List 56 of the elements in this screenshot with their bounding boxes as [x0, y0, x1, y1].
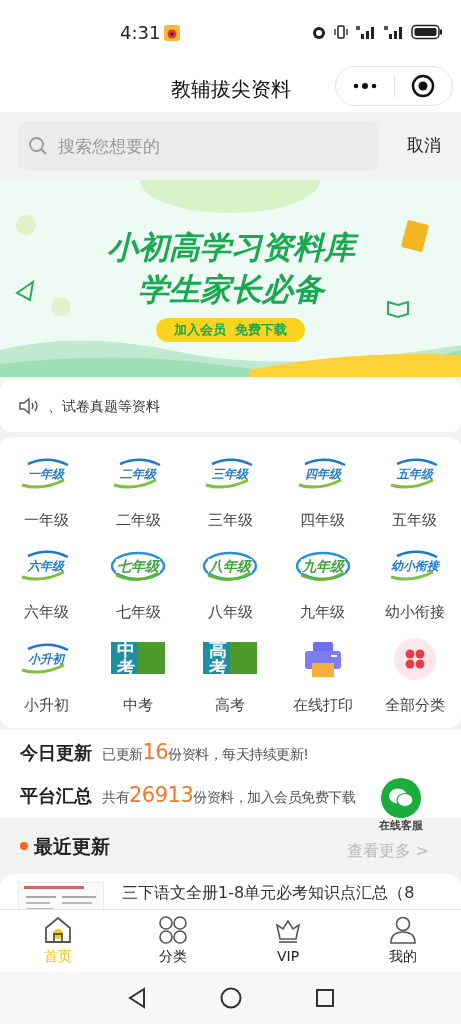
person-icon — [388, 915, 419, 945]
grade-logo: 四年级 — [292, 453, 353, 495]
category-item[interactable]: 五年级 五年级 — [368, 451, 461, 543]
notice-text: 、试卷真题等资料 — [48, 396, 160, 416]
category-item[interactable]: 一年级 一年级 — [0, 451, 93, 543]
capsule-menu[interactable] — [335, 66, 453, 106]
vibrate-icon — [333, 24, 349, 40]
chat-icon — [387, 786, 415, 810]
category-item[interactable]: 七年级 七年级 — [92, 543, 185, 636]
banner-subline: 学生家长必备 — [137, 270, 324, 309]
category-item[interactable]: 在线打印 — [276, 635, 369, 728]
grade-logo: 六年级 — [16, 545, 77, 588]
grade-logo: 二年级 — [108, 453, 169, 495]
category-item[interactable]: 八年级 八年级 — [184, 543, 277, 636]
recents-icon[interactable] — [314, 988, 335, 1008]
stat-text: 已更新16份资料，每天持续更新! — [102, 738, 309, 766]
grade-logo: 五年级 — [384, 453, 445, 495]
target-icon[interactable] — [411, 74, 436, 98]
category-item[interactable]: 三年级 三年级 — [184, 451, 277, 543]
service-label: 在线客服 — [379, 819, 423, 832]
page-title: 教辅拔尖资料 — [170, 75, 291, 103]
grade-logo: 幼小衔接 — [384, 545, 445, 588]
category-item[interactable]: 九年级 九年级 — [276, 543, 369, 636]
category-item[interactable]: 小升初 小升初 — [0, 635, 93, 728]
document-card[interactable]: 三下语文全册1-8单元必考知识点汇总（8 — [0, 874, 461, 909]
document-title: 三下语文全册1-8单元必考知识点汇总（8 — [122, 882, 415, 904]
speaker-icon — [18, 397, 40, 415]
category-item[interactable]: 二年级 二年级 — [92, 451, 185, 543]
category-item[interactable]: 四年级 四年级 — [276, 451, 369, 543]
search-icon — [28, 136, 48, 156]
signal-icon — [383, 24, 405, 40]
grade-logo: 三年级 — [200, 453, 261, 495]
stat-label: 平台汇总 — [20, 784, 92, 808]
home-icon — [42, 915, 73, 945]
tab-item[interactable]: 我的 — [389, 946, 418, 967]
category-item[interactable]: 全部分类 — [368, 635, 461, 728]
signal-icon — [355, 24, 377, 40]
grade-logo: 一年级 — [16, 453, 77, 495]
tab-item[interactable]: VIP — [277, 946, 300, 967]
app-notification-icon — [164, 24, 181, 41]
grade-logo: 小升初 — [16, 637, 77, 680]
alarm-icon — [311, 24, 327, 40]
more-icon[interactable] — [352, 82, 377, 90]
section-title: 最近更新 — [34, 833, 110, 859]
stat-text: 共有26913份资料，加入会员免费下载 — [102, 782, 356, 809]
category-grid-icon — [157, 915, 188, 945]
category-item[interactable]: 幼小衔接 幼小衔接 — [368, 543, 461, 636]
tab-item[interactable]: 分类 — [158, 946, 187, 967]
stat-label: 今日更新 — [20, 740, 92, 765]
search-field[interactable]: 搜索您想要的 — [18, 121, 379, 171]
cancel-link[interactable]: 取消 — [407, 133, 443, 159]
category-item[interactable]: 六年级 六年级 — [0, 543, 93, 636]
battery-icon — [411, 24, 443, 40]
status-time: 4:31 — [120, 21, 161, 45]
home-circle-icon[interactable] — [220, 987, 243, 1009]
all-categories-icon — [393, 637, 436, 680]
